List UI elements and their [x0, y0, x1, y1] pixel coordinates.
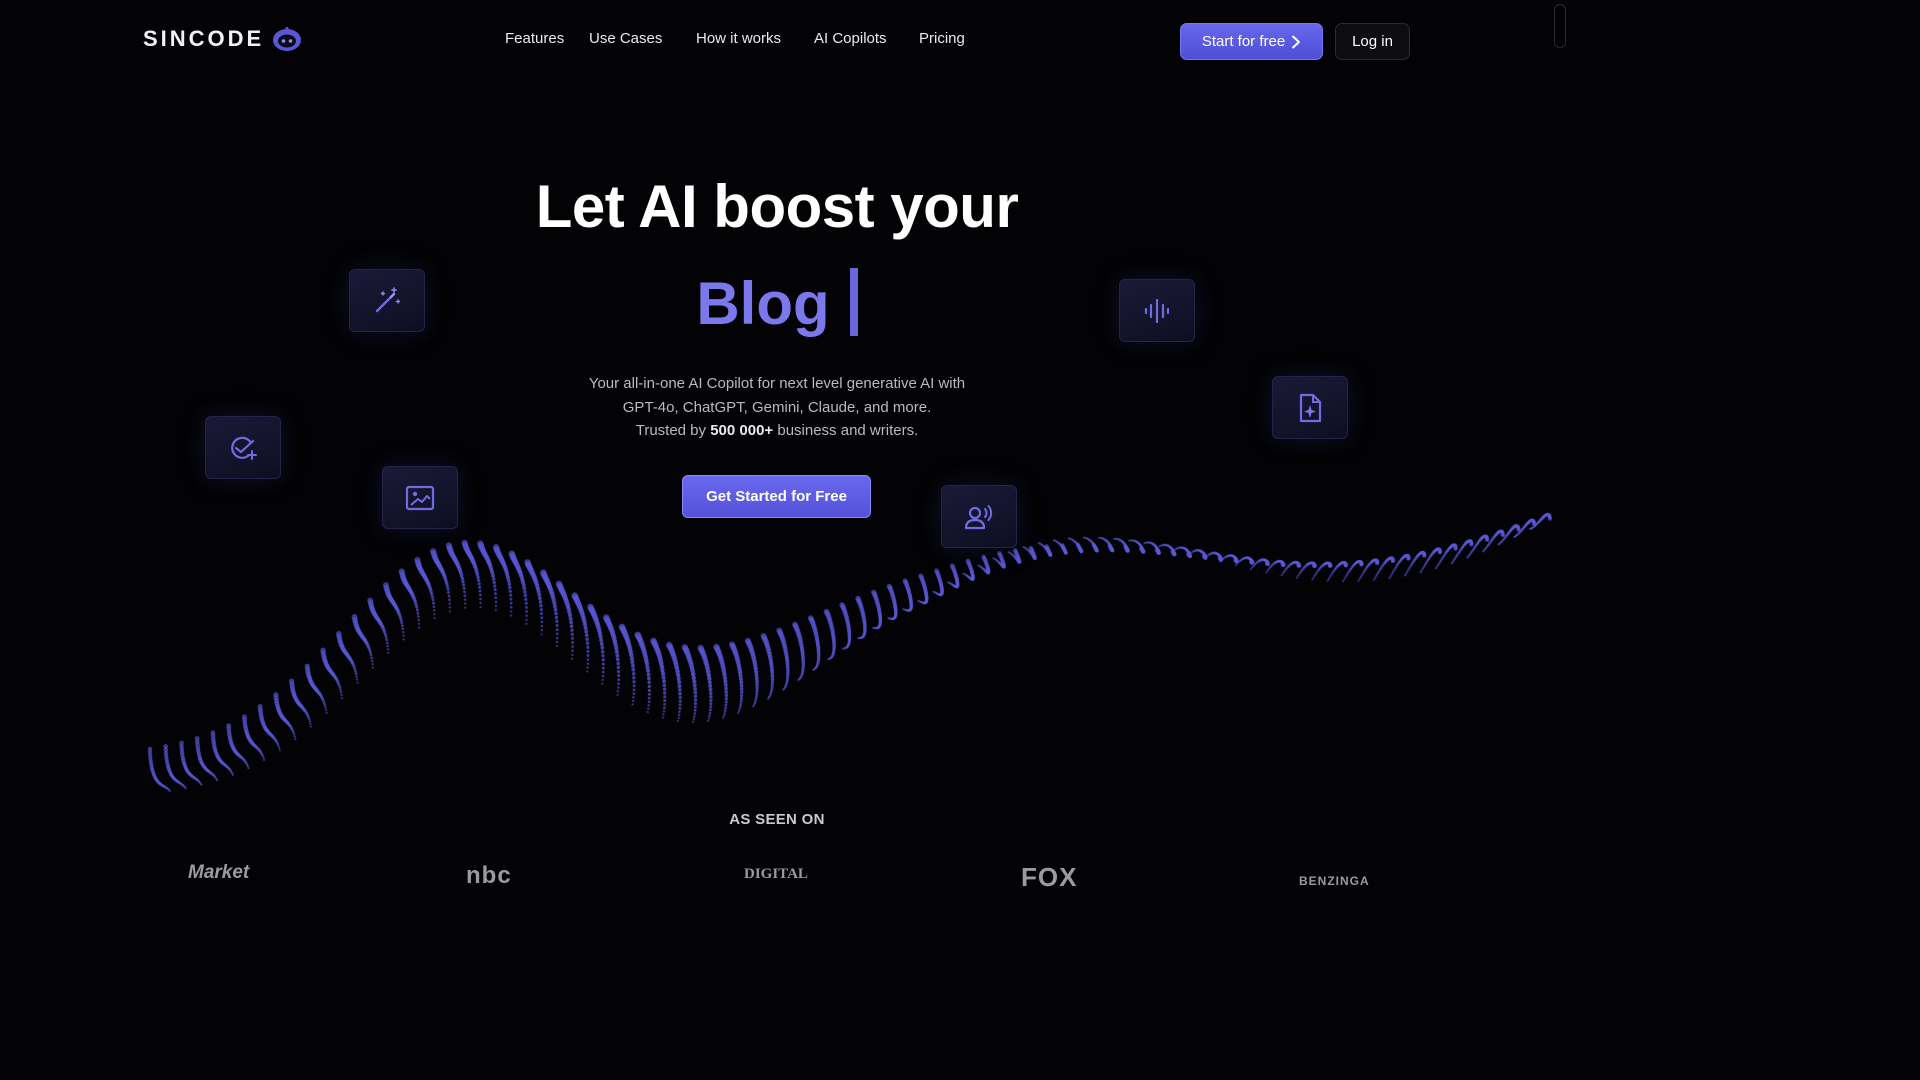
press-logo-digital: DIGITAL: [744, 866, 808, 882]
trusted-suffix: business and writers.: [777, 422, 919, 439]
nav-ai-copilots[interactable]: AI Copilots: [814, 30, 887, 47]
login-button[interactable]: Log in: [1335, 23, 1410, 60]
check-plus-icon: [231, 436, 257, 460]
press-logo-nbc: nbc: [466, 862, 512, 889]
start-for-free-button[interactable]: Start for free: [1180, 23, 1323, 60]
get-started-label: Get Started for Free: [706, 488, 847, 505]
hero-rotating-word-row: Blog: [0, 268, 1554, 338]
typing-caret: [849, 268, 858, 336]
login-label: Log in: [1352, 33, 1393, 50]
get-started-button[interactable]: Get Started for Free: [682, 475, 871, 518]
press-logo-market: Market: [188, 862, 250, 883]
wave-dots: [147, 512, 1552, 793]
main-nav: Features Use Cases How it works AI Copil…: [0, 30, 1568, 50]
tile-sparkle-document: [1272, 376, 1348, 439]
tile-image: [382, 466, 458, 529]
nav-use-cases[interactable]: Use Cases: [589, 30, 662, 47]
press-logo-benzinga: BENZINGA: [1299, 874, 1370, 888]
scroll-indicator: [1554, 4, 1566, 48]
tile-check-plus: [205, 416, 281, 479]
trusted-prefix: Trusted by: [635, 422, 707, 439]
sparkle-document-icon: [1299, 393, 1322, 422]
image-icon: [405, 485, 435, 510]
tile-magic-wand: [349, 269, 425, 332]
magic-wand-icon: [375, 286, 401, 312]
trusted-count: 500 000+: [710, 422, 774, 439]
hero-title: Let AI boost your: [535, 173, 1019, 240]
chevron-right-icon: [1292, 35, 1301, 48]
voice-user-icon: [964, 504, 993, 529]
nav-pricing[interactable]: Pricing: [919, 30, 965, 47]
press-logo-fox: FOX: [1021, 862, 1078, 892]
start-for-free-label: Start for free: [1201, 33, 1286, 50]
tile-audio-wave: [1119, 279, 1195, 342]
as-seen-on-heading: AS SEEN ON: [729, 811, 825, 828]
nav-features[interactable]: Features: [505, 30, 564, 47]
audio-wave-icon: [1144, 298, 1170, 323]
tile-voice-user: [941, 485, 1017, 548]
nav-how-it-works[interactable]: How it works: [696, 30, 781, 47]
hero-rotating-word: Blog: [696, 270, 830, 337]
